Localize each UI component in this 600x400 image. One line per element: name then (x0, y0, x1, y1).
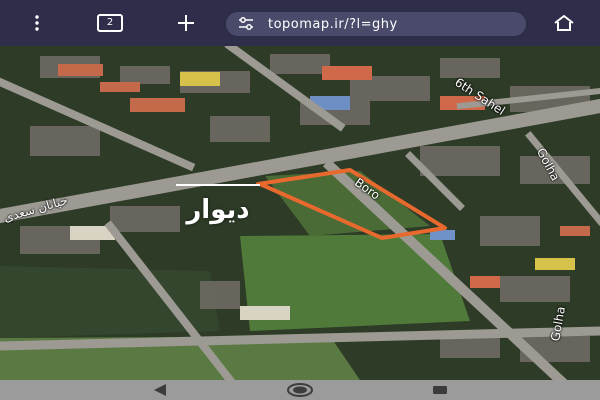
tab-switcher-button[interactable]: 2 (94, 0, 126, 46)
url-text: topomap.ir/?l=ghy (268, 16, 398, 32)
watermark-logo: دیوار (176, 184, 260, 236)
home-icon (554, 15, 574, 31)
satellite-map[interactable]: 6th Sahel Golha Golha Boro خیابان سعدی د… (0, 46, 600, 380)
recents-button[interactable] (428, 380, 452, 400)
menu-button[interactable] (22, 0, 52, 46)
tab-count: 2 (106, 17, 114, 28)
new-tab-button[interactable] (170, 0, 202, 46)
browser-toolbar: 2 topomap.ir/?l=ghy (0, 0, 600, 46)
back-button[interactable] (148, 380, 172, 400)
home-button[interactable] (546, 0, 582, 46)
system-nav-bar (0, 380, 600, 400)
more-vert-icon (35, 15, 39, 31)
system-home-button[interactable] (284, 380, 316, 400)
back-triangle-icon (154, 384, 166, 396)
address-bar[interactable]: topomap.ir/?l=ghy (226, 12, 526, 36)
tab-switcher-icon: 2 (97, 14, 123, 32)
site-settings-icon[interactable] (238, 17, 256, 31)
home-circle-icon (287, 383, 313, 397)
recents-square-icon (433, 386, 447, 394)
map-imagery (0, 46, 600, 380)
plus-icon (178, 15, 194, 31)
